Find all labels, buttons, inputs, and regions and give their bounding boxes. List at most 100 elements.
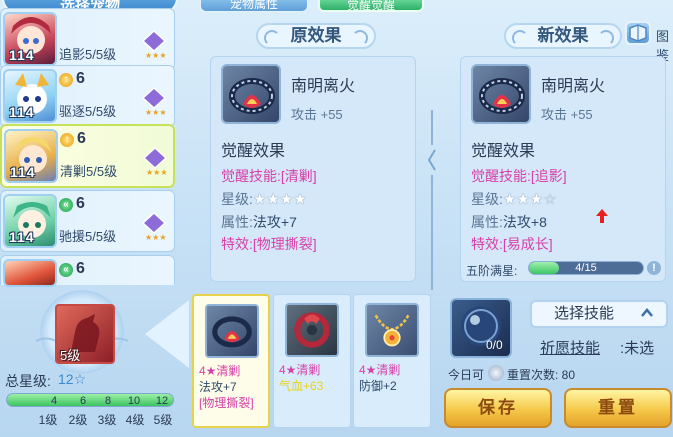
special-label: 特效:	[221, 236, 253, 252]
badge-icon: ↑	[60, 133, 74, 147]
old-effect-title: 原效果	[256, 23, 376, 49]
pet-avatar: 114	[3, 69, 57, 123]
pet-count: 6	[76, 195, 85, 212]
star-level-tick: 6	[79, 395, 87, 407]
candidate-attr: 防御+2	[359, 379, 397, 393]
rank-icon: ★★★	[141, 29, 167, 59]
item-stat: 攻击 +55	[541, 107, 593, 122]
bracelet-icon	[205, 304, 259, 358]
pet-skill: 追影5/5级	[59, 47, 117, 62]
new-effect-panel: 南明离火 攻击 +55 觉醒效果 觉醒技能:[追影] 星级:★★★☆ 属性:法攻…	[460, 56, 666, 282]
special-value: [易成长]	[502, 236, 553, 252]
new-effect-title: 新效果	[504, 23, 622, 49]
special-line: 特效:[易成长]	[471, 234, 553, 254]
pet-skill: 驱逐5/5级	[59, 104, 117, 119]
book-icon[interactable]	[625, 21, 651, 45]
pet-row[interactable]: 114 追影5/5级 ★★★	[0, 8, 175, 70]
skill-value: [追影]	[530, 168, 567, 184]
pet-skill: 驰援5/5级	[59, 229, 117, 244]
star-level-ticks: 4 6 8 10 12	[6, 395, 174, 409]
slot-level: 5级	[60, 348, 81, 363]
orb-count: 0/0	[486, 338, 503, 352]
wish-skill-label[interactable]: 祈愿技能	[540, 337, 600, 358]
save-button[interactable]: 保存	[444, 388, 552, 428]
total-star-label: 总星级:	[5, 373, 51, 389]
badge-icon: «	[59, 263, 73, 277]
svg-text:★★★: ★★★	[145, 108, 167, 116]
rank-icon: ★★★	[142, 146, 168, 176]
candidate-title: 4★清剿	[359, 363, 401, 377]
pet-row[interactable]: 114 « 6 驰援5/5级 ★★★	[0, 190, 175, 252]
bracelet-icon	[471, 64, 531, 124]
old-effect-panel: 南明离火 攻击 +55 觉醒效果 觉醒技能:[清剿] 星级:★★★★ 属性:法攻…	[210, 56, 416, 282]
pet-row[interactable]: 114 ↑ 6 驱逐5/5级 ★★★	[0, 65, 175, 127]
pet-avatar: 114	[3, 12, 57, 66]
panel-divider	[427, 110, 436, 290]
svg-text:★★★: ★★★	[145, 233, 167, 241]
svg-text:★★★: ★★★	[146, 168, 168, 176]
tab-awaken[interactable]: 觉醒觉醒	[318, 0, 424, 12]
candidate-title: 4★清剿	[199, 364, 241, 378]
pet-count: 6	[77, 130, 86, 147]
pet-row-selected[interactable]: 114 ↑ 6 清剿5/5级 ★★★	[0, 124, 175, 188]
star-label: 星级:	[221, 191, 253, 207]
candidate-card[interactable]: 4★清剿 防御+2	[353, 294, 431, 428]
pet-row[interactable]: « 6	[0, 255, 175, 287]
star-level-name: 5级	[153, 413, 173, 427]
star-level-name: 2级	[68, 413, 88, 427]
candidate-attr: 法攻+7	[199, 380, 237, 394]
item-card: 南明离火 攻击 +55	[471, 64, 657, 130]
star-rating: ★★★☆	[502, 191, 557, 208]
candidate-card[interactable]: 4★清剿 气血+63	[273, 294, 351, 428]
reset-token-icon	[488, 365, 504, 381]
rank-icon: ★★★	[141, 211, 167, 241]
badge-icon: ↑	[59, 73, 73, 87]
pet-level: 114	[9, 104, 35, 120]
pet-level: 114	[9, 229, 35, 245]
star-level-tick: 10	[127, 395, 141, 407]
skill-label: 觉醒技能:	[221, 168, 281, 184]
today-label: 今日可	[448, 368, 485, 382]
badge-icon: «	[59, 198, 73, 212]
attr-label: 属性:	[471, 214, 503, 230]
attr-value: 法攻+7	[252, 214, 297, 230]
star-level-name: 3级	[97, 413, 117, 427]
pet-count: 6	[76, 70, 85, 87]
attr-line: 属性:法攻+7	[221, 212, 297, 232]
item-stat: 攻击 +55	[291, 107, 343, 122]
pet-count: 6	[76, 260, 85, 277]
progress-label: 五阶满星:	[466, 264, 518, 278]
tab-pet-attributes[interactable]: 宠物属性	[200, 0, 308, 12]
info-icon[interactable]: !	[647, 261, 661, 275]
rank-icon: ★★★	[141, 86, 167, 116]
special-line: 特效:[物理撕裂]	[221, 234, 317, 254]
candidate-card[interactable]: 4★清剿 法攻+7 [物理撕裂]	[192, 294, 270, 428]
skill-value: [清剿]	[280, 168, 317, 184]
candidate-title: 4★清剿	[279, 363, 321, 377]
awaken-title: 觉醒效果	[221, 143, 286, 160]
awaken-title: 觉醒效果	[471, 143, 536, 160]
star-rating: ★★★★	[252, 191, 307, 208]
star-level-name: 1级	[38, 413, 58, 427]
attr-label: 属性:	[221, 214, 253, 230]
item-name: 南明离火	[291, 78, 356, 95]
item-name: 南明离火	[541, 78, 606, 95]
necklace-icon	[365, 303, 419, 357]
special-value: [物理撕裂]	[252, 236, 317, 252]
pet-avatar: 114	[3, 194, 57, 248]
star-level-tick: 12	[155, 395, 169, 407]
star-line: 星级:★★★☆	[471, 189, 557, 209]
chevron-up-icon[interactable]	[640, 306, 654, 320]
pet-avatar: 114	[4, 129, 58, 183]
progress-text: 4/15	[575, 262, 597, 274]
star-level-name: 4级	[125, 413, 145, 427]
arrow-up-icon	[596, 209, 608, 223]
wish-skill-value: :未选	[620, 340, 655, 357]
special-label: 特效:	[471, 236, 503, 252]
item-card: 南明离火 攻击 +55	[221, 64, 407, 130]
pet-avatar	[3, 259, 57, 287]
reset-button[interactable]: 重置	[564, 388, 672, 428]
total-star-value: 12☆	[58, 371, 87, 387]
star-line: 星级:★★★★	[221, 189, 307, 209]
skill-line: 觉醒技能:[追影]	[471, 166, 567, 186]
